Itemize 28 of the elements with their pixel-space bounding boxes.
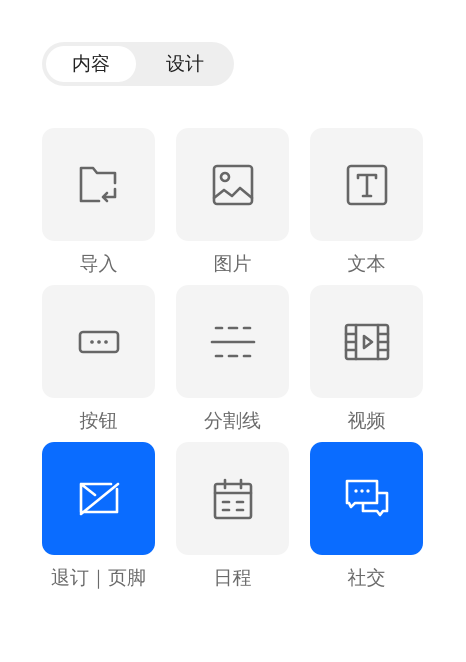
chat-bubbles-icon [344, 478, 388, 518]
block-label: 视频 [348, 410, 386, 432]
text-icon [346, 164, 388, 206]
film-icon [344, 322, 390, 360]
crossed-envelope-icon [78, 482, 120, 516]
block-label: 分割线 [204, 410, 261, 432]
block-tile[interactable] [42, 442, 155, 555]
block-tile[interactable] [310, 285, 423, 398]
block-tile[interactable] [176, 285, 289, 398]
button-icon [78, 330, 120, 354]
image-icon [212, 164, 254, 206]
block-label: 图片 [214, 253, 252, 275]
tab[interactable]: 内容 [46, 46, 136, 82]
block-label: 文本 [348, 253, 386, 275]
block-label: 按钮 [80, 410, 118, 432]
block-label: 日程 [214, 567, 252, 589]
block-tile[interactable] [176, 128, 289, 241]
block-tile[interactable] [176, 442, 289, 555]
block-label: 退订｜页脚 [51, 567, 146, 589]
tab[interactable]: 设计 [140, 46, 230, 82]
block-label: 导入 [80, 253, 118, 275]
block-tile[interactable] [42, 285, 155, 398]
block-tile[interactable] [310, 442, 423, 555]
divider-icon [210, 324, 256, 358]
block-label: 社交 [348, 567, 386, 589]
block-tile[interactable] [42, 128, 155, 241]
calendar-icon [212, 478, 252, 520]
block-tile[interactable] [310, 128, 423, 241]
